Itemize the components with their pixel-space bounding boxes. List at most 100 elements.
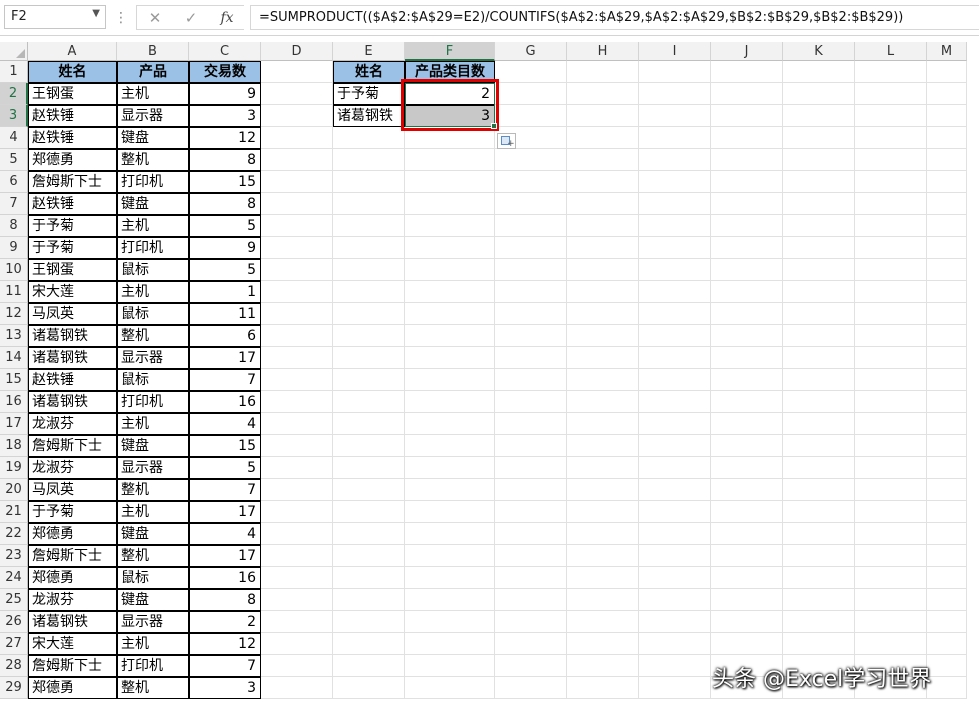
empty-cell[interactable] <box>405 589 495 611</box>
empty-cell[interactable] <box>783 479 855 501</box>
empty-cell[interactable] <box>261 105 333 127</box>
empty-cell[interactable] <box>855 215 927 237</box>
empty-cell[interactable] <box>783 61 855 83</box>
column-header-G[interactable]: G <box>495 42 567 61</box>
table-cell[interactable]: 4 <box>189 523 261 545</box>
empty-cell[interactable] <box>639 589 711 611</box>
empty-cell[interactable] <box>711 281 783 303</box>
empty-cell[interactable] <box>639 237 711 259</box>
empty-cell[interactable] <box>783 611 855 633</box>
empty-cell[interactable] <box>567 545 639 567</box>
empty-cell[interactable] <box>639 611 711 633</box>
empty-cell[interactable] <box>261 655 333 677</box>
empty-cell[interactable] <box>639 215 711 237</box>
empty-cell[interactable] <box>333 391 405 413</box>
empty-cell[interactable] <box>495 215 567 237</box>
empty-cell[interactable] <box>855 325 927 347</box>
empty-cell[interactable] <box>639 127 711 149</box>
empty-cell[interactable] <box>495 149 567 171</box>
empty-cell[interactable] <box>405 369 495 391</box>
row-header-5[interactable]: 5 <box>0 149 28 171</box>
empty-cell[interactable] <box>855 83 927 105</box>
chevron-down-icon[interactable]: ▼ <box>92 8 100 19</box>
empty-cell[interactable] <box>567 413 639 435</box>
empty-cell[interactable] <box>639 259 711 281</box>
more-options-icon[interactable]: ⋮ <box>114 6 128 30</box>
empty-cell[interactable] <box>927 105 967 127</box>
row-header-20[interactable]: 20 <box>0 479 28 501</box>
table-cell[interactable]: 5 <box>189 457 261 479</box>
empty-cell[interactable] <box>261 413 333 435</box>
table-cell[interactable]: 龙淑芬 <box>28 457 117 479</box>
summary-cell[interactable]: 诸葛钢铁 <box>333 105 405 127</box>
empty-cell[interactable] <box>639 303 711 325</box>
row-header-24[interactable]: 24 <box>0 567 28 589</box>
empty-cell[interactable] <box>927 259 967 281</box>
table-cell[interactable]: 詹姆斯下士 <box>28 435 117 457</box>
empty-cell[interactable] <box>495 677 567 699</box>
empty-cell[interactable] <box>405 677 495 699</box>
empty-cell[interactable] <box>495 457 567 479</box>
empty-cell[interactable] <box>333 567 405 589</box>
empty-cell[interactable] <box>333 545 405 567</box>
empty-cell[interactable] <box>261 215 333 237</box>
empty-cell[interactable] <box>495 589 567 611</box>
empty-cell[interactable] <box>783 391 855 413</box>
empty-cell[interactable] <box>711 127 783 149</box>
empty-cell[interactable] <box>639 413 711 435</box>
empty-cell[interactable] <box>783 501 855 523</box>
table-cell[interactable]: 整机 <box>117 149 189 171</box>
table-cell[interactable]: 16 <box>189 567 261 589</box>
empty-cell[interactable] <box>927 215 967 237</box>
empty-cell[interactable] <box>711 369 783 391</box>
empty-cell[interactable] <box>783 259 855 281</box>
quick-analysis-icon[interactable]: + <box>497 133 516 149</box>
table-cell[interactable]: 8 <box>189 149 261 171</box>
select-all-corner[interactable] <box>0 42 28 61</box>
empty-cell[interactable] <box>783 347 855 369</box>
table-cell[interactable]: 3 <box>189 677 261 699</box>
empty-cell[interactable] <box>261 391 333 413</box>
empty-cell[interactable] <box>927 171 967 193</box>
empty-cell[interactable] <box>855 149 927 171</box>
empty-cell[interactable] <box>261 633 333 655</box>
table-cell[interactable]: 赵铁锤 <box>28 127 117 149</box>
table-cell[interactable]: 于予菊 <box>28 237 117 259</box>
empty-cell[interactable] <box>711 391 783 413</box>
table-cell[interactable]: 17 <box>189 545 261 567</box>
empty-cell[interactable] <box>333 501 405 523</box>
empty-cell[interactable] <box>333 655 405 677</box>
empty-cell[interactable] <box>711 457 783 479</box>
empty-cell[interactable] <box>333 677 405 699</box>
column-header-J[interactable]: J <box>711 42 783 61</box>
column-header-B[interactable]: B <box>117 42 189 61</box>
table-cell[interactable]: 键盘 <box>117 435 189 457</box>
empty-cell[interactable] <box>495 611 567 633</box>
table-cell[interactable]: 8 <box>189 193 261 215</box>
empty-cell[interactable] <box>405 347 495 369</box>
empty-cell[interactable] <box>333 589 405 611</box>
empty-cell[interactable] <box>639 655 711 677</box>
empty-cell[interactable] <box>495 369 567 391</box>
empty-cell[interactable] <box>495 171 567 193</box>
empty-cell[interactable] <box>711 501 783 523</box>
empty-cell[interactable] <box>711 633 783 655</box>
table-cell[interactable]: 2 <box>189 611 261 633</box>
insert-function-icon[interactable]: fx <box>214 6 240 30</box>
empty-cell[interactable] <box>711 303 783 325</box>
empty-cell[interactable] <box>333 435 405 457</box>
row-header-26[interactable]: 26 <box>0 611 28 633</box>
table-cell[interactable]: 6 <box>189 325 261 347</box>
row-header-16[interactable]: 16 <box>0 391 28 413</box>
empty-cell[interactable] <box>567 105 639 127</box>
empty-cell[interactable] <box>333 259 405 281</box>
empty-cell[interactable] <box>783 567 855 589</box>
empty-cell[interactable] <box>639 435 711 457</box>
column-header-H[interactable]: H <box>567 42 639 61</box>
empty-cell[interactable] <box>711 259 783 281</box>
empty-cell[interactable] <box>711 479 783 501</box>
empty-cell[interactable] <box>783 435 855 457</box>
column-header-D[interactable]: D <box>261 42 333 61</box>
empty-cell[interactable] <box>927 149 967 171</box>
empty-cell[interactable] <box>783 127 855 149</box>
